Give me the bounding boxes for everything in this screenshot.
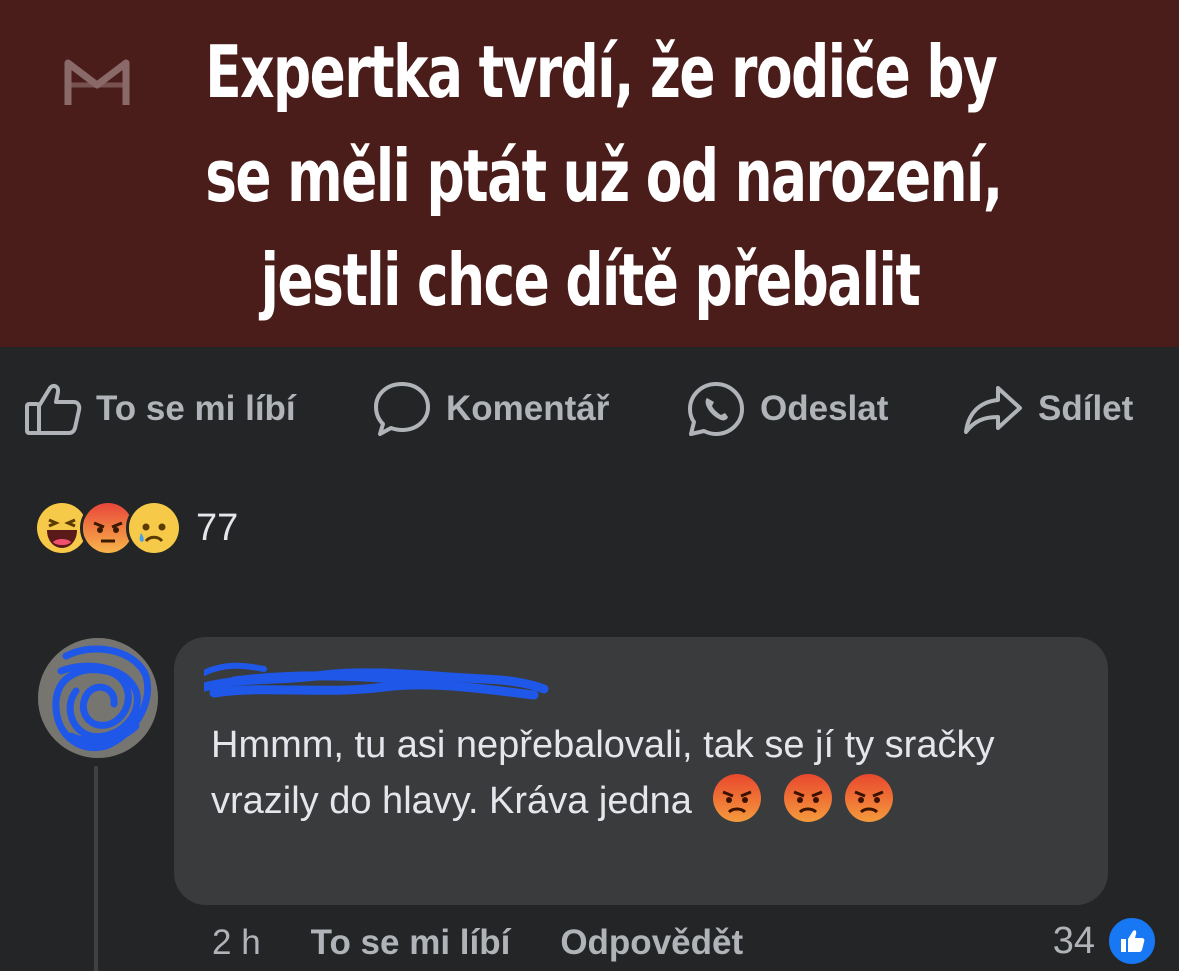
comment-reply-button[interactable]: Odpovědět bbox=[560, 923, 743, 963]
like-button-label: To se mi líbí bbox=[96, 389, 296, 428]
like-badge-icon bbox=[1107, 916, 1157, 966]
headline-line: jestli chce dítě přebalit bbox=[260, 238, 921, 322]
headline-line: se měli ptát už od narození, bbox=[205, 134, 1003, 218]
angry-emoji bbox=[844, 774, 893, 822]
send-button[interactable]: Odeslat bbox=[686, 378, 888, 440]
share-button-label: Sdílet bbox=[1038, 389, 1134, 428]
whatsapp-icon bbox=[688, 382, 744, 436]
thread-line bbox=[94, 766, 98, 971]
angry-emoji bbox=[713, 774, 762, 822]
share-icon bbox=[964, 386, 1022, 434]
reactions-summary[interactable]: 77 bbox=[34, 500, 238, 556]
comment-time: 2 h bbox=[212, 923, 261, 962]
reaction-count: 77 bbox=[196, 506, 239, 549]
redacted-author-name bbox=[204, 662, 549, 700]
comment-button-label: Komentář bbox=[446, 389, 610, 428]
sad-icon bbox=[126, 500, 182, 556]
comment-meta: 2 h To se mi líbí Odpovědět bbox=[212, 920, 793, 966]
comment-bubble[interactable]: Hmmm, tu asi nepřebalovali, tak se jí ty… bbox=[174, 637, 1108, 905]
comment-like-count-value: 34 bbox=[1052, 919, 1095, 962]
post-action-bar: To se mi líbí Komentář Odeslat Sdílet bbox=[0, 378, 1179, 440]
headline-line: Expertka tvrdí, že rodiče by bbox=[205, 30, 998, 114]
m-logo-icon bbox=[64, 59, 130, 105]
post-headline: Expertka tvrdí, že rodiče by se měli ptá… bbox=[205, 20, 1003, 332]
like-button[interactable]: To se mi líbí bbox=[24, 378, 296, 440]
comment-like-button[interactable]: To se mi líbí bbox=[311, 923, 511, 963]
angry-emoji bbox=[784, 774, 832, 822]
comment-icon bbox=[374, 382, 430, 436]
avatar[interactable] bbox=[36, 636, 160, 760]
send-button-label: Odeslat bbox=[760, 389, 889, 428]
comment-like-count[interactable]: 34 bbox=[1053, 916, 1157, 966]
post-image-banner[interactable]: Expertka tvrdí, že rodiče by se měli ptá… bbox=[0, 0, 1179, 347]
comment-text: Hmmm, tu asi nepřebalovali, tak se jí ty… bbox=[211, 717, 1091, 829]
comment-button[interactable]: Komentář bbox=[372, 378, 609, 440]
thumbs-up-icon bbox=[25, 383, 82, 435]
share-button[interactable]: Sdílet bbox=[962, 378, 1133, 440]
